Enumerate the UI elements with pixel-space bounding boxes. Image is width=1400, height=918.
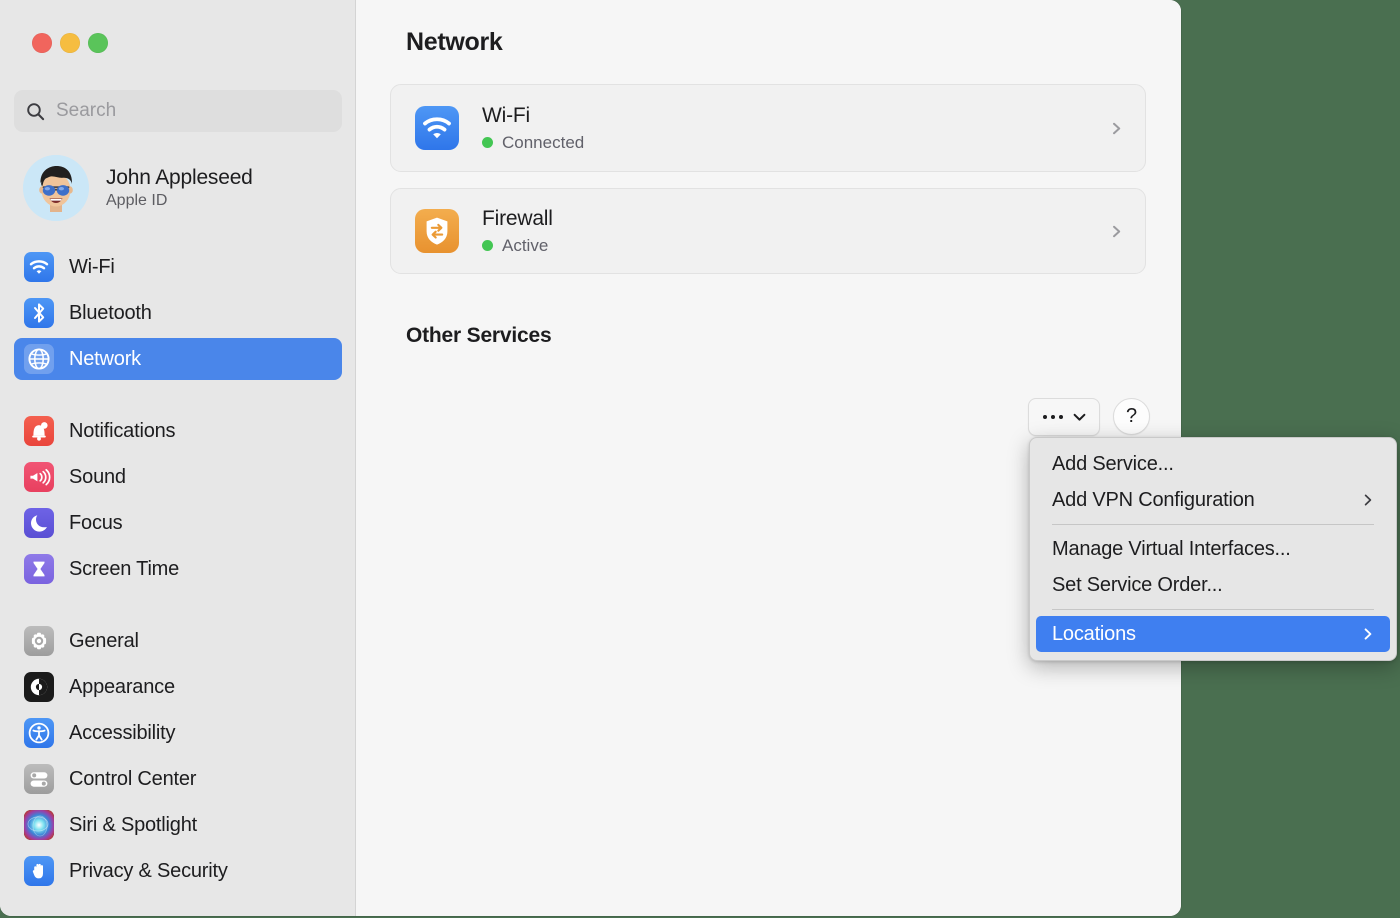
more-options-button[interactable] — [1028, 398, 1100, 436]
service-text: Firewall Active — [482, 207, 553, 256]
accessibility-icon — [24, 718, 54, 748]
sidebar-item-label: Sound — [69, 466, 126, 489]
chevron-right-icon — [1362, 628, 1374, 640]
sidebar-item-notifications[interactable]: Notifications — [14, 410, 342, 452]
gear-icon — [24, 626, 54, 656]
memoji-avatar-icon — [23, 155, 89, 221]
firewall-shield-icon — [415, 209, 459, 253]
wifi-icon — [24, 252, 54, 282]
hand-icon — [24, 856, 54, 886]
sidebar-item-general[interactable]: General — [14, 620, 342, 662]
wifi-icon — [415, 106, 459, 150]
sidebar-item-label: General — [69, 630, 139, 653]
more-options-menu: Add Service... Add VPN Configuration Man… — [1029, 437, 1397, 661]
sidebar-item-accessibility[interactable]: Accessibility — [14, 712, 342, 754]
sidebar-item-label: Focus — [69, 512, 122, 535]
service-name: Firewall — [482, 207, 553, 230]
service-status: Connected — [482, 133, 584, 153]
sidebar-item-control-center[interactable]: Control Center — [14, 758, 342, 800]
traffic-lights — [32, 33, 108, 53]
sidebar-divider-1 — [0, 384, 356, 410]
moon-icon — [24, 508, 54, 538]
appearance-icon — [24, 672, 54, 702]
sidebar: John Appleseed Apple ID Wi-Fi — [0, 0, 356, 916]
account-row[interactable]: John Appleseed Apple ID — [24, 156, 342, 220]
sidebar-item-label: Bluetooth — [69, 302, 152, 325]
sidebar-item-siri-spotlight[interactable]: Siri & Spotlight — [14, 804, 342, 846]
sidebar-group-2: Notifications Sound — [0, 410, 356, 590]
bluetooth-icon — [24, 298, 54, 328]
service-name: Wi-Fi — [482, 104, 530, 127]
section-title-other-services: Other Services — [406, 324, 551, 348]
close-button[interactable] — [32, 33, 52, 53]
sidebar-item-label: Appearance — [69, 676, 175, 699]
service-status: Active — [482, 236, 553, 256]
search-field[interactable] — [14, 90, 342, 132]
hourglass-icon — [24, 554, 54, 584]
sidebar-item-label: Siri & Spotlight — [69, 814, 197, 837]
status-dot — [482, 137, 493, 148]
menu-item-locations[interactable]: Locations — [1036, 616, 1390, 652]
sidebar-item-network[interactable]: Network — [14, 338, 342, 380]
sidebar-item-sound[interactable]: Sound — [14, 456, 342, 498]
menu-separator — [1052, 609, 1374, 610]
menu-item-label: Locations — [1052, 623, 1136, 646]
menu-item-add-service[interactable]: Add Service... — [1036, 446, 1390, 482]
menu-item-manage-virtual-interfaces[interactable]: Manage Virtual Interfaces... — [1036, 531, 1390, 567]
sidebar-item-label: Privacy & Security — [69, 860, 228, 883]
sidebar-divider-2 — [0, 594, 356, 620]
sidebar-nav: Wi-Fi Bluetooth — [0, 246, 356, 896]
sidebar-item-label: Wi-Fi — [69, 256, 115, 279]
control-center-icon — [24, 764, 54, 794]
menu-item-label: Set Service Order... — [1052, 574, 1223, 597]
sidebar-item-label: Accessibility — [69, 722, 175, 745]
sidebar-item-label: Network — [69, 348, 141, 371]
sidebar-item-bluetooth[interactable]: Bluetooth — [14, 292, 342, 334]
account-text: John Appleseed Apple ID — [106, 166, 253, 210]
sidebar-item-privacy-security[interactable]: Privacy & Security — [14, 850, 342, 892]
chevron-down-icon — [1073, 413, 1086, 422]
menu-item-label: Add VPN Configuration — [1052, 489, 1255, 512]
speaker-icon — [24, 462, 54, 492]
chevron-right-icon — [1362, 494, 1374, 506]
sidebar-item-wifi[interactable]: Wi-Fi — [14, 246, 342, 288]
sidebar-item-label: Notifications — [69, 420, 175, 443]
sidebar-group-3: General Appearance — [0, 620, 356, 892]
service-row-firewall[interactable]: Firewall Active — [390, 188, 1146, 274]
sidebar-item-label: Control Center — [69, 768, 196, 791]
system-settings-window: John Appleseed Apple ID Wi-Fi — [0, 0, 1181, 916]
chevron-right-icon[interactable] — [1110, 225, 1123, 238]
account-name: John Appleseed — [106, 166, 253, 190]
bell-icon — [24, 416, 54, 446]
sidebar-item-screen-time[interactable]: Screen Time — [14, 548, 342, 590]
sidebar-item-focus[interactable]: Focus — [14, 502, 342, 544]
zoom-button[interactable] — [88, 33, 108, 53]
menu-item-add-vpn-configuration[interactable]: Add VPN Configuration — [1036, 482, 1390, 518]
chevron-right-icon[interactable] — [1110, 122, 1123, 135]
service-row-wifi[interactable]: Wi-Fi Connected — [390, 84, 1146, 172]
minimize-button[interactable] — [60, 33, 80, 53]
search-input[interactable] — [56, 100, 316, 122]
sidebar-item-appearance[interactable]: Appearance — [14, 666, 342, 708]
account-subtitle: Apple ID — [106, 192, 253, 210]
service-text: Wi-Fi Connected — [482, 104, 584, 153]
status-label: Active — [502, 236, 548, 256]
search-icon — [26, 102, 45, 121]
sidebar-item-label: Screen Time — [69, 558, 179, 581]
sidebar-group-1: Wi-Fi Bluetooth — [0, 246, 356, 380]
siri-icon — [24, 810, 54, 840]
page-title: Network — [406, 28, 503, 57]
globe-icon — [24, 344, 54, 374]
menu-item-label: Manage Virtual Interfaces... — [1052, 538, 1291, 561]
menu-separator — [1052, 524, 1374, 525]
status-dot — [482, 240, 493, 251]
help-button[interactable]: ? — [1113, 398, 1150, 435]
menu-item-label: Add Service... — [1052, 453, 1174, 476]
ellipsis-icon — [1043, 415, 1063, 419]
status-label: Connected — [502, 133, 584, 153]
avatar — [23, 155, 89, 221]
menu-item-set-service-order[interactable]: Set Service Order... — [1036, 567, 1390, 603]
